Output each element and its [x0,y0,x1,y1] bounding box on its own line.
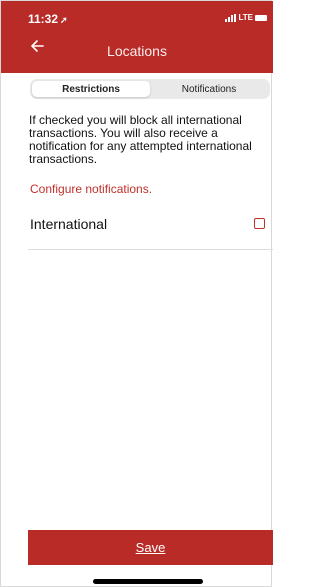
configure-notifications-link[interactable]: Configure notifications. [30,182,152,196]
home-indicator [93,579,203,584]
navigation-bar: Locations [1,35,273,63]
battery-icon [255,14,267,21]
app-screen: 11:32 ➚ LTE Locations Restrictions Notifi… [0,0,273,587]
tab-notifications[interactable]: Notifications [150,81,268,97]
signal-icon [225,13,237,22]
international-option-label: International [30,216,108,232]
description-text: If checked you will block all internatio… [29,113,252,166]
network-label: LTE [238,13,253,22]
page-title: Locations [107,43,167,59]
location-arrow-icon: ➚ [60,15,68,25]
tab-restrictions[interactable]: Restrictions [32,81,150,97]
status-time: 11:32 ➚ [28,12,68,26]
divider [28,249,273,250]
status-time-text: 11:32 [28,12,59,26]
app-header: 11:32 ➚ LTE Locations [1,1,273,73]
status-indicators: LTE [225,13,267,22]
international-checkbox[interactable] [254,218,265,229]
save-button[interactable]: Save [28,530,273,565]
segmented-control: Restrictions Notifications [30,79,270,99]
status-bar: 11:32 ➚ LTE [1,1,273,31]
